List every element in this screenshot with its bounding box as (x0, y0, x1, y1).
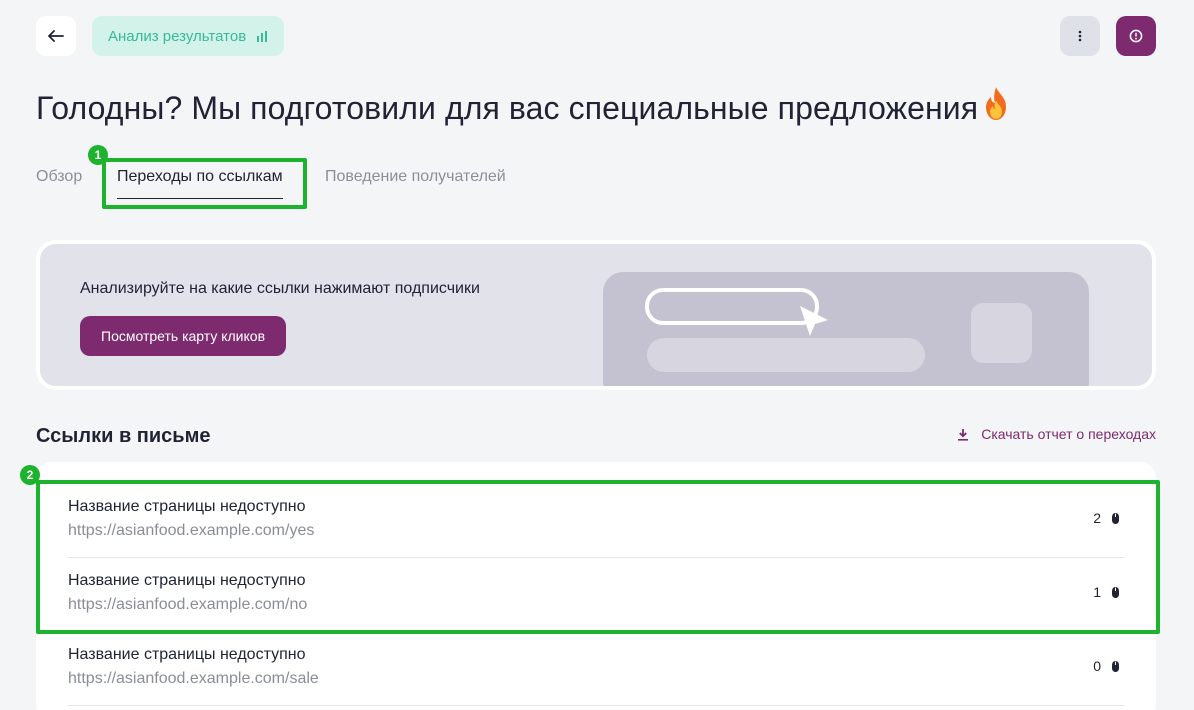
annotation-badge-2: 2 (20, 465, 40, 485)
analysis-results-button[interactable]: Анализ результатов (92, 16, 285, 56)
click-count-value: 1 (1093, 584, 1101, 600)
back-button[interactable] (36, 16, 76, 56)
mouse-icon (1112, 586, 1119, 598)
mouse-icon (1112, 660, 1119, 672)
link-name: Название страницы недоступно (68, 646, 306, 663)
mouse-icon (1112, 512, 1119, 524)
link-row[interactable]: Название страницы недоступно https://asi… (68, 484, 1124, 558)
click-count-value: 0 (1093, 658, 1101, 674)
links-section-title: Ссылки в письме (36, 425, 211, 447)
link-url[interactable]: https://asianfood.example.com/yes (68, 522, 314, 540)
tab-overview[interactable]: Обзор (36, 168, 82, 186)
links-list: Название страницы недоступно https://asi… (36, 462, 1156, 710)
bar-chart-icon (257, 31, 268, 42)
click-map-illustration (603, 272, 1089, 386)
annotation-badge-1: 1 (88, 145, 108, 165)
link-url[interactable]: https://asianfood.example.com/no (68, 596, 307, 614)
more-options-button[interactable] (1060, 16, 1100, 56)
more-vertical-icon (1078, 30, 1082, 42)
download-report-label: Скачать отчет о переходах (981, 426, 1156, 442)
link-name: Название страницы недоступно (68, 572, 306, 589)
view-click-map-button[interactable]: Посмотреть карту кликов (80, 316, 287, 356)
click-count: 1 (1093, 584, 1120, 600)
tab-link-clicks[interactable]: Переходы по ссылкам (117, 168, 283, 199)
click-map-banner: Анализируйте на какие ссылки нажимают по… (36, 240, 1156, 390)
link-row[interactable]: Название страницы недоступно https://asi… (68, 632, 1124, 706)
fire-emoji-icon (980, 86, 1012, 130)
download-report-link[interactable]: Скачать отчет о переходах (957, 426, 1156, 442)
link-row[interactable]: Название страницы недоступно https://asi… (68, 558, 1124, 632)
arrow-left-icon (48, 30, 64, 42)
tab-recipient-behavior[interactable]: Поведение получателей (325, 168, 506, 186)
click-count: 0 (1093, 658, 1120, 674)
page-title: Голодны? Мы подготовили для вас специаль… (36, 86, 1012, 130)
info-button[interactable] (1116, 16, 1156, 56)
page-title-text: Голодны? Мы подготовили для вас специаль… (36, 89, 979, 126)
link-name: Название страницы недоступно (68, 498, 306, 515)
click-count-value: 2 (1093, 510, 1101, 526)
download-icon (958, 428, 969, 441)
banner-text: Анализируйте на какие ссылки нажимают по… (80, 280, 480, 297)
info-circle-icon (1129, 29, 1143, 43)
click-count: 2 (1093, 510, 1120, 526)
analysis-label: Анализ результатов (108, 27, 247, 45)
link-url[interactable]: https://asianfood.example.com/sale (68, 670, 319, 688)
